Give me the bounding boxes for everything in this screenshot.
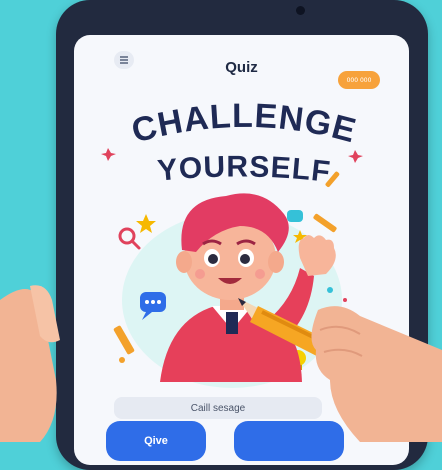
star-icon	[136, 214, 156, 233]
chat-bubble-icon	[287, 210, 303, 222]
magnifier-icon	[118, 227, 141, 250]
pencil-doodle-icon	[325, 171, 340, 188]
left-hand	[0, 285, 60, 442]
sparkle-icon	[348, 150, 363, 163]
right-hand	[311, 306, 442, 442]
sparkle-icon	[101, 148, 116, 161]
illustration-layer	[0, 148, 442, 442]
pencil-doodle-icon	[313, 213, 337, 233]
